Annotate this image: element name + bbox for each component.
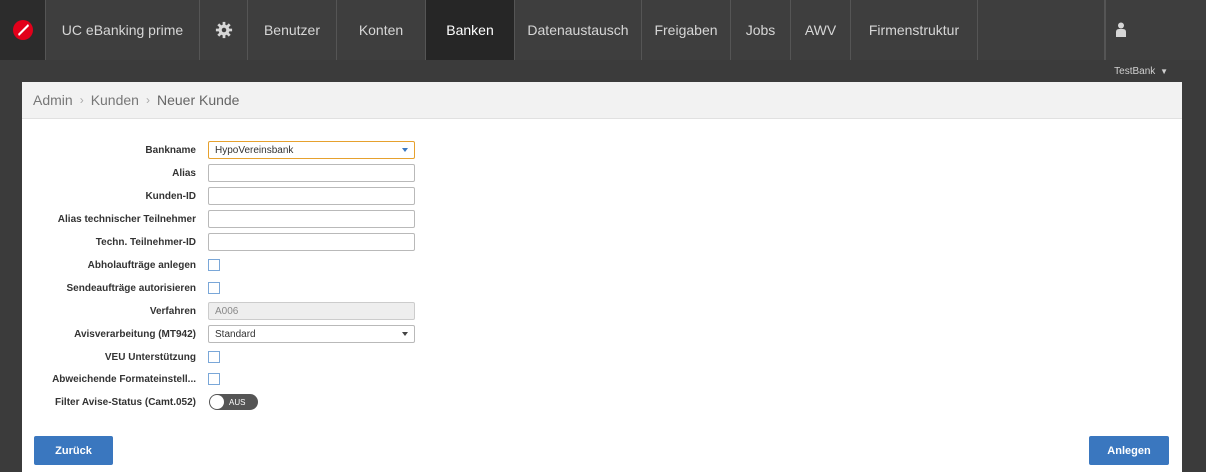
abholauftraege-checkbox[interactable]	[208, 259, 220, 271]
alias-input[interactable]	[208, 164, 415, 182]
toggle-knob	[210, 395, 224, 409]
bankname-value: HypoVereinsbank	[215, 144, 294, 156]
bank-context-label: TestBank	[1114, 66, 1156, 77]
chevron-down-icon	[402, 332, 408, 336]
toggle-state-text: AUS	[229, 397, 246, 407]
alias-label: Alias	[172, 167, 196, 179]
breadcrumb-separator: ›	[145, 93, 150, 107]
breadcrumb-current: Neuer Kunde	[156, 92, 240, 108]
context-bar	[0, 60, 1206, 82]
breadcrumb-admin[interactable]: Admin	[33, 92, 73, 108]
avis-label: Avisverarbeitung (MT942)	[74, 328, 196, 340]
bankname-select[interactable]: HypoVereinsbank	[208, 141, 415, 159]
avis-value: Standard	[215, 328, 256, 340]
user-menu-button[interactable]	[1105, 0, 1135, 60]
verfahren-label: Verfahren	[149, 305, 196, 317]
formate-label: Abweichende Formateinstell...	[52, 373, 196, 385]
settings-button[interactable]	[200, 0, 248, 60]
alias-tech-label: Alias technischer Teilnehmer	[57, 213, 196, 225]
filter-toggle[interactable]: AUS	[209, 394, 258, 410]
filter-label: Filter Avise-Status (Camt.052)	[55, 396, 196, 408]
main-panel: Admin › Kunden › Neuer Kunde Bankname Hy…	[22, 82, 1182, 472]
bank-context-selector[interactable]: TestBank ▼	[1114, 66, 1168, 77]
breadcrumb-kunden[interactable]: Kunden	[91, 92, 139, 108]
nav-awv[interactable]: AWV	[791, 0, 851, 60]
user-icon	[1115, 22, 1126, 37]
abholauftraege-label: Abholaufträge anlegen	[87, 259, 196, 271]
nav-firmenstruktur[interactable]: Firmenstruktur	[851, 0, 978, 60]
veu-label: VEU Unterstützung	[104, 351, 196, 363]
nav-jobs[interactable]: Jobs	[731, 0, 791, 60]
gear-icon	[215, 21, 232, 39]
back-button[interactable]: Zurück	[34, 436, 113, 465]
breadcrumb-separator: ›	[79, 93, 84, 107]
nav-freigaben[interactable]: Freigaben	[642, 0, 731, 60]
nav-banken[interactable]: Banken	[426, 0, 515, 60]
breadcrumb: Admin › Kunden › Neuer Kunde	[22, 82, 1182, 119]
tech-id-label: Techn. Teilnehmer-ID	[95, 236, 196, 248]
tech-id-input[interactable]	[208, 233, 415, 251]
sendeauftraege-checkbox[interactable]	[208, 282, 220, 294]
avis-select[interactable]: Standard	[208, 325, 415, 343]
alias-tech-input[interactable]	[208, 210, 415, 228]
chevron-down-icon	[402, 148, 408, 152]
bank-logo[interactable]	[0, 0, 46, 60]
nav-spacer	[978, 0, 1105, 60]
kunden-id-label: Kunden-ID	[145, 190, 196, 202]
nav-benutzer[interactable]: Benutzer	[248, 0, 337, 60]
top-navigation: UC eBanking prime Benutzer Konten Banken…	[0, 0, 1206, 60]
bankname-label: Bankname	[145, 144, 196, 156]
kunden-id-input[interactable]	[208, 187, 415, 205]
sendeauftraege-label: Sendeaufträge autorisieren	[66, 282, 196, 294]
nav-konten[interactable]: Konten	[337, 0, 426, 60]
unicredit-logo-icon	[12, 20, 33, 40]
nav-datenaustausch[interactable]: Datenaustausch	[515, 0, 642, 60]
formate-checkbox[interactable]	[208, 373, 220, 385]
create-button[interactable]: Anlegen	[1089, 436, 1169, 465]
chevron-down-icon: ▼	[1160, 67, 1168, 76]
veu-checkbox[interactable]	[208, 351, 220, 363]
verfahren-input: A006	[208, 302, 415, 320]
app-title[interactable]: UC eBanking prime	[46, 0, 200, 60]
